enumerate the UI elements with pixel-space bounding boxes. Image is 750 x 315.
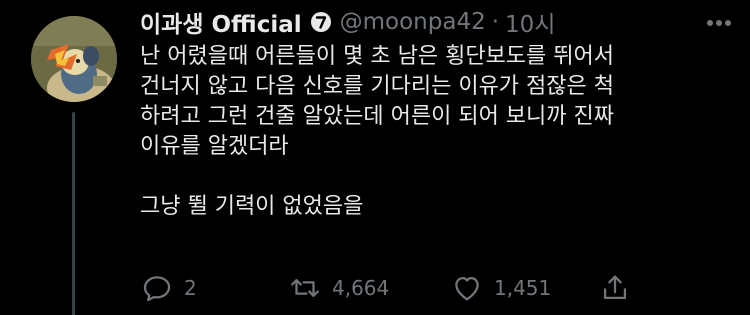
share-button[interactable] (598, 271, 632, 305)
action-bar: 2 4,664 1,451 (140, 268, 632, 308)
more-options-icon[interactable] (704, 8, 734, 38)
retweet-count: 4,664 (332, 276, 390, 300)
separator-dot: · (491, 9, 500, 35)
user-handle[interactable]: @moonpa42 (340, 9, 486, 35)
tweet-text-line: 건너지 않고 다음 신호를 기다리는 이유가 점잖은 척 (140, 74, 614, 99)
like-count: 1,451 (494, 276, 552, 300)
retweet-button[interactable]: 4,664 (288, 271, 450, 305)
reply-button[interactable]: 2 (140, 271, 288, 305)
avatar[interactable] (31, 16, 117, 102)
timestamp[interactable]: 10시 (505, 5, 555, 39)
tweet-text: 난 어렸을때 어른들이 몇 초 남은 횡단보도를 뛰어서 건너지 않고 다음 신… (140, 42, 740, 222)
display-name[interactable]: 이과생 Official (140, 5, 302, 39)
tweet-text-line: 난 어렸을때 어른들이 몇 초 남은 횡단보도를 뛰어서 (140, 44, 614, 69)
tweet-card: 이과생 Official @moonpa42 · 10시 난 어렸을때 어른들이… (0, 0, 750, 315)
retweet-icon (291, 279, 319, 297)
tweet-text-line: 이유를 알겠더라 (140, 134, 289, 159)
reply-count: 2 (184, 276, 197, 300)
share-icon (603, 275, 627, 300)
heart-icon (455, 276, 479, 301)
verified-badge-icon (310, 12, 331, 32)
reply-icon (143, 276, 171, 302)
cartoon-character-avatar-icon (31, 16, 117, 102)
tweet-header: 이과생 Official @moonpa42 · 10시 (140, 4, 555, 40)
tweet-text-line: 그냥 뛸 기력이 없었음을 (140, 194, 364, 219)
thread-line (72, 112, 75, 315)
like-button[interactable]: 1,451 (450, 271, 598, 305)
tweet-text-line: 하려고 그런 건줄 알았는데 어른이 되어 보니까 진짜 (140, 104, 614, 129)
